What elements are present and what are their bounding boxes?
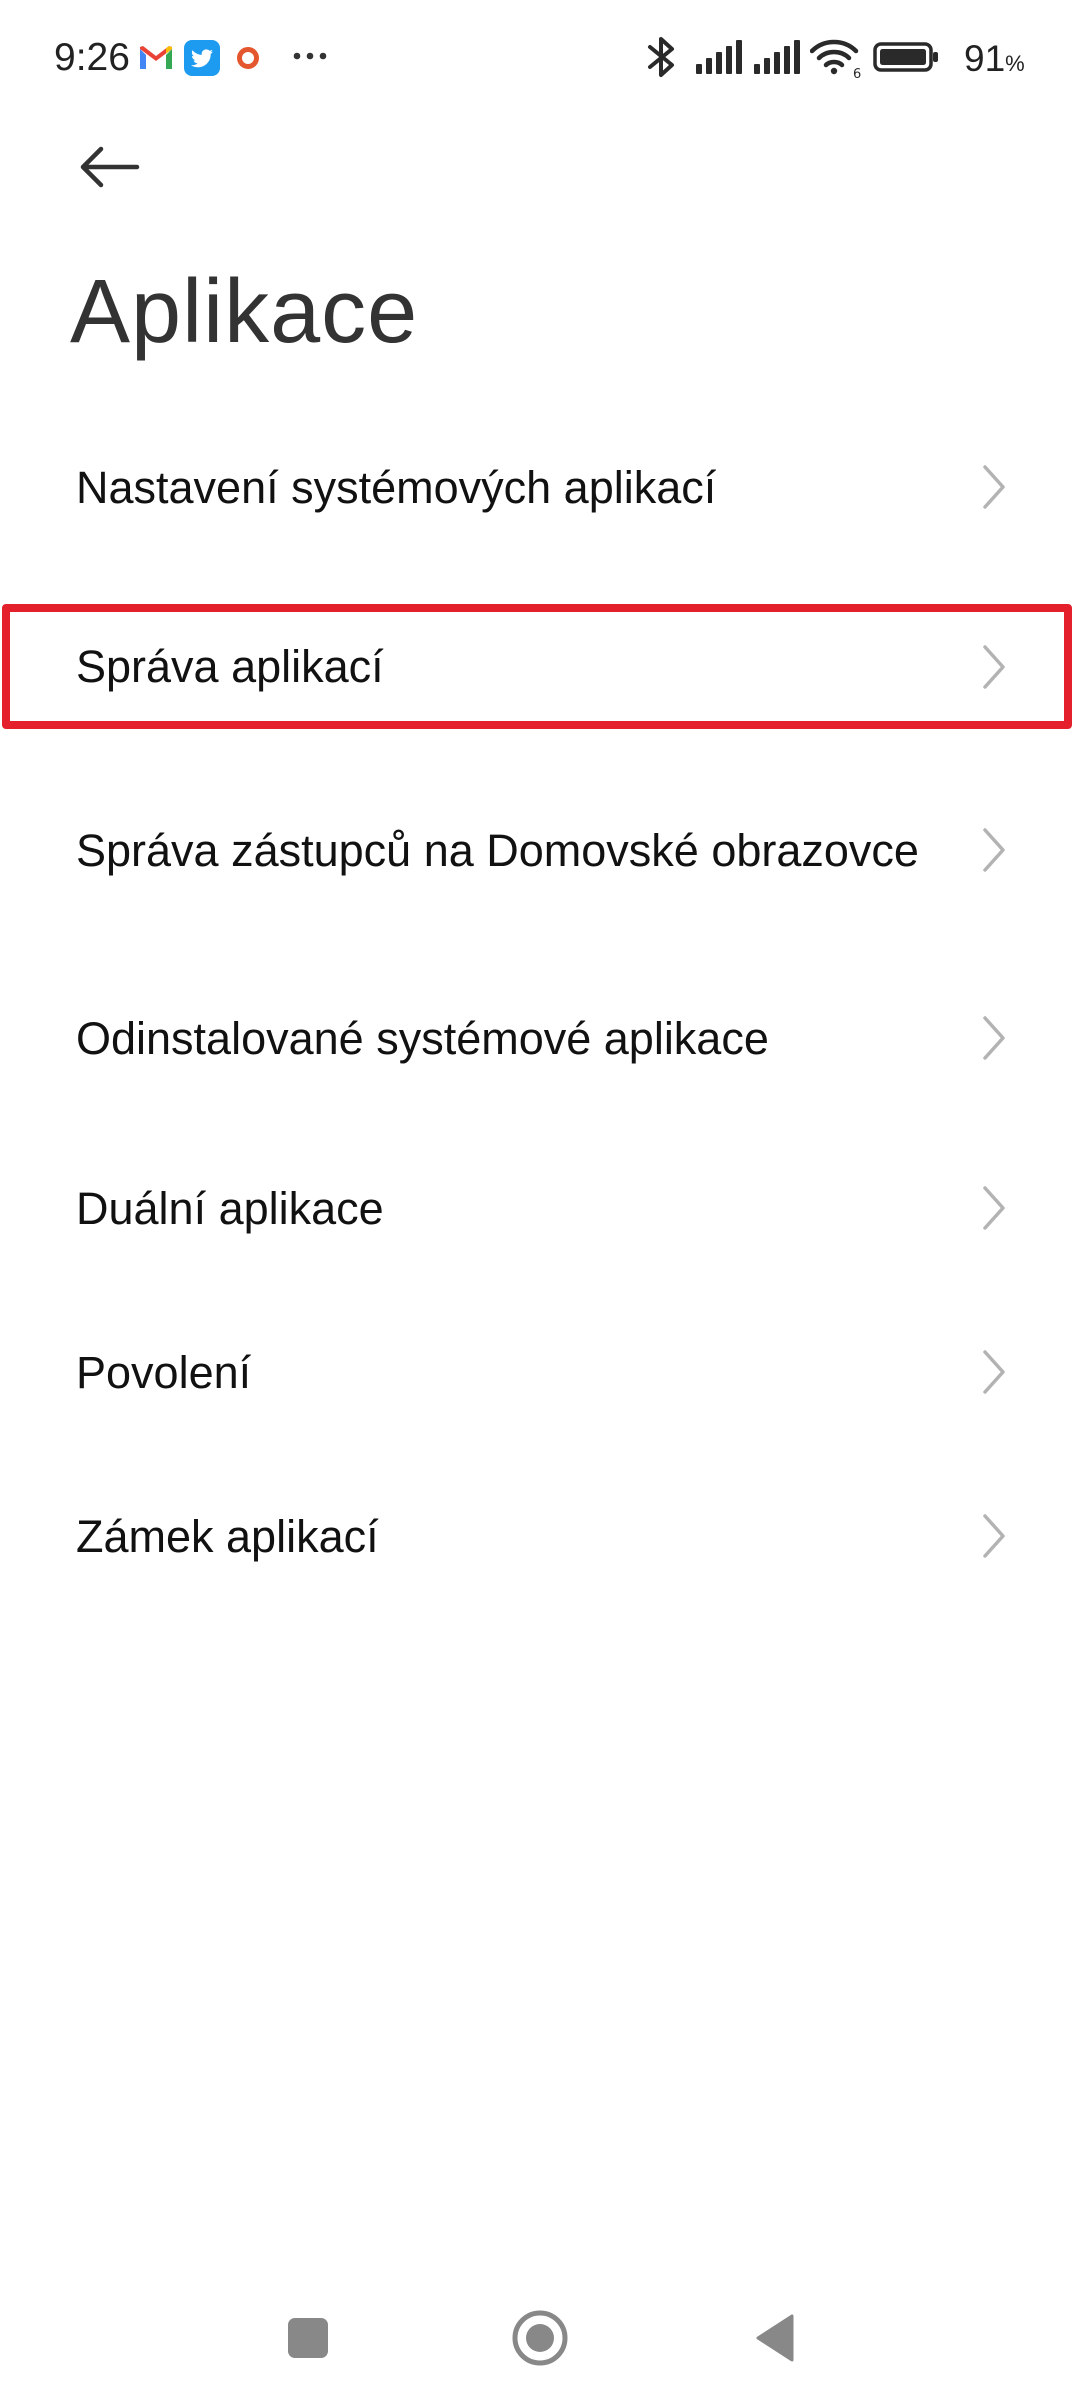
- chevron-right-icon: [983, 1016, 1005, 1060]
- settings-screen: 9:26 6 91% Aplikace Nastavení systémovýc…: [0, 0, 1080, 2400]
- signal-icon: [752, 34, 802, 85]
- chevron-right-icon: [983, 644, 1005, 689]
- chevron-right-icon: [983, 1514, 1005, 1558]
- recents-square-icon: [288, 2318, 328, 2358]
- svg-text:6: 6: [853, 67, 861, 80]
- menu-item-dual-apps[interactable]: Duální aplikace: [0, 1128, 1080, 1288]
- signal-icon: [694, 34, 744, 85]
- notification-circle-icon: [228, 38, 268, 78]
- battery-percentage: 91%: [964, 38, 1025, 79]
- back-nav-button[interactable]: [728, 2290, 824, 2386]
- back-button[interactable]: [62, 128, 156, 210]
- chevron-right-icon: [983, 465, 1005, 509]
- menu-item-home-shortcuts[interactable]: Správa zástupců na Domovské obrazovce: [0, 760, 1080, 940]
- status-time: 9:26: [54, 36, 130, 79]
- menu-item-label: Zámek aplikací: [76, 1510, 379, 1562]
- menu-item-permissions[interactable]: Povolení: [0, 1292, 1080, 1452]
- chevron-right-icon: [983, 828, 1005, 872]
- home-circle-icon: [512, 2310, 568, 2366]
- chevron-right-icon: [983, 1350, 1005, 1394]
- home-button[interactable]: [492, 2290, 588, 2386]
- status-bar: 9:26 6 91%: [0, 0, 1080, 110]
- gmail-icon: [136, 38, 176, 78]
- menu-item-uninstalled-system-apps[interactable]: Odinstalované systémové aplikace: [0, 958, 1080, 1118]
- menu-item-label: Duální aplikace: [76, 1182, 384, 1234]
- menu-item-label: Povolení: [76, 1346, 252, 1398]
- bluetooth-icon: [644, 34, 680, 85]
- menu-item-label: Správa zástupců na Domovské obrazovce: [76, 824, 919, 876]
- page-title: Aplikace: [70, 262, 419, 362]
- battery-percent-sign: %: [1005, 51, 1025, 76]
- back-arrow-icon: [77, 145, 141, 194]
- back-triangle-icon: [756, 2314, 794, 2362]
- menu-item-app-management[interactable]: Správa aplikací: [0, 604, 1080, 729]
- wifi-6-icon: 6: [809, 34, 862, 85]
- twitter-icon: [182, 38, 222, 78]
- battery-icon: [872, 34, 940, 85]
- menu-item-system-app-settings[interactable]: Nastavení systémových aplikací: [0, 420, 1080, 554]
- menu-item-label: Odinstalované systémové aplikace: [76, 1012, 769, 1064]
- more-dots-icon: [290, 38, 330, 78]
- recents-button[interactable]: [260, 2290, 356, 2386]
- menu-item-label: Správa aplikací: [76, 641, 384, 692]
- menu-item-label: Nastavení systémových aplikací: [76, 461, 717, 513]
- chevron-right-icon: [983, 1186, 1005, 1230]
- menu-item-app-lock[interactable]: Zámek aplikací: [0, 1456, 1080, 1616]
